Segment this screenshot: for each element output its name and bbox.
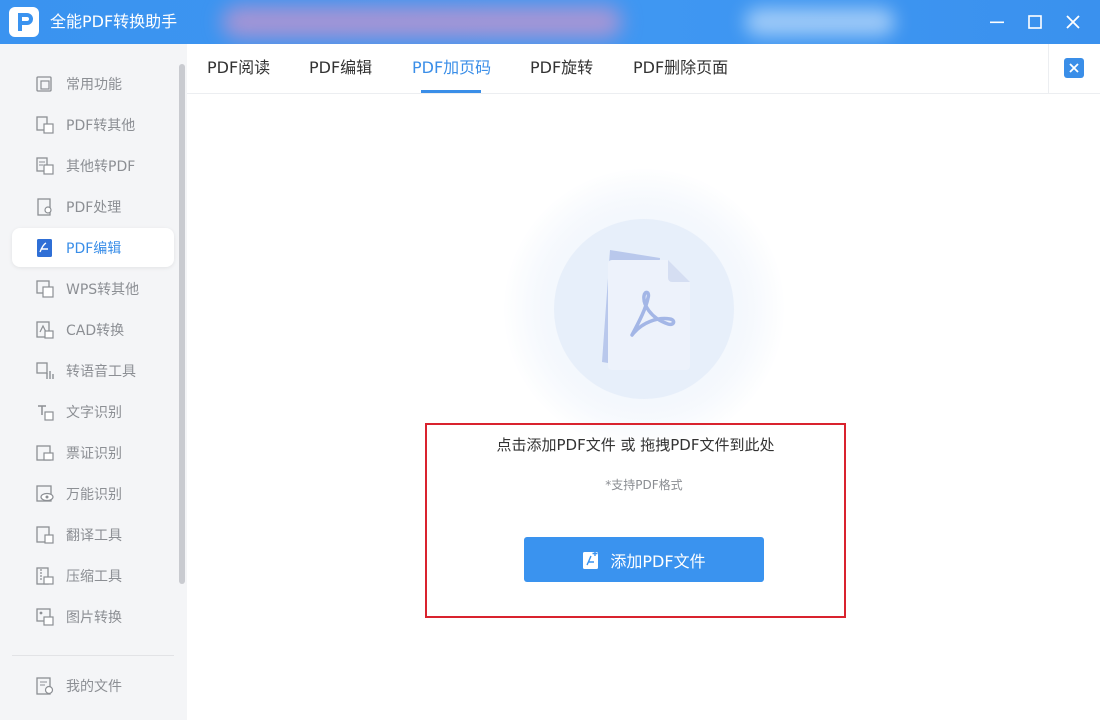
sidebar-scrollbar[interactable] <box>179 64 185 584</box>
sidebar-item-label: PDF转其他 <box>66 117 136 134</box>
sidebar-item-translate[interactable]: 翻译工具 <box>12 515 174 554</box>
tab-pdf-read[interactable]: PDF阅读 <box>207 44 270 94</box>
active-tab-indicator <box>421 90 481 93</box>
close-icon <box>1069 63 1079 73</box>
add-file-icon <box>583 550 599 569</box>
sidebar-item-label: 票证识别 <box>66 445 122 462</box>
minimize-button[interactable] <box>981 6 1013 38</box>
sidebar-item-label: 转语音工具 <box>66 363 136 380</box>
tab-bar: PDF阅读 PDF编辑 PDF加页码 PDF旋转 PDF删除页面 <box>187 44 1100 94</box>
sidebar-item-label: 我的文件 <box>66 678 122 695</box>
pdf-logo-icon <box>9 7 39 37</box>
tab-pdf-rotate[interactable]: PDF旋转 <box>530 44 593 94</box>
sidebar-item-my-files[interactable]: 我的文件 <box>12 666 174 705</box>
my-files-icon <box>34 675 56 697</box>
tab-pdf-add-page-number[interactable]: PDF加页码 <box>412 44 491 94</box>
sidebar-item-other-to-pdf[interactable]: 其他转PDF <box>12 146 174 185</box>
eye-scan-icon <box>34 483 56 505</box>
sidebar-item-text-ocr[interactable]: 文字识别 <box>12 392 174 431</box>
toolbox-icon <box>34 73 56 95</box>
close-button[interactable] <box>1057 6 1089 38</box>
maximize-button[interactable] <box>1019 6 1051 38</box>
add-pdf-button-label: 添加PDF文件 <box>610 551 706 571</box>
sidebar-item-label: 压缩工具 <box>66 568 122 585</box>
sidebar-item-label: 万能识别 <box>66 486 122 503</box>
add-pdf-button[interactable]: 添加PDF文件 <box>524 537 764 582</box>
pdf-edit-icon <box>34 237 56 259</box>
sidebar-item-ticket[interactable]: 票证识别 <box>12 433 174 472</box>
sidebar-item-pdf-edit[interactable]: PDF编辑 <box>12 228 174 267</box>
wps-icon <box>34 278 56 300</box>
sidebar: 常用功能 PDF转其他 其他转PDF PDF处理 PDF编辑 WPS转其他 CA… <box>0 44 187 720</box>
sidebar-item-voice[interactable]: 转语音工具 <box>12 351 174 390</box>
sidebar-item-label: CAD转换 <box>66 322 125 339</box>
title-bar: 全能PDF转换助手 <box>0 0 1100 44</box>
sidebar-item-label: 图片转换 <box>66 609 122 626</box>
sidebar-item-label: WPS转其他 <box>66 281 140 298</box>
blurred-region <box>222 6 622 38</box>
image-icon <box>34 606 56 628</box>
sidebar-item-label: 翻译工具 <box>66 527 122 544</box>
sidebar-item-image[interactable]: 图片转换 <box>12 597 174 636</box>
translate-icon <box>34 524 56 546</box>
text-ocr-icon <box>34 401 56 423</box>
sidebar-item-wps[interactable]: WPS转其他 <box>12 269 174 308</box>
pdf-process-icon <box>34 196 56 218</box>
sidebar-item-universal-ocr[interactable]: 万能识别 <box>12 474 174 513</box>
ticket-icon <box>34 442 56 464</box>
sidebar-item-label: 文字识别 <box>66 404 122 421</box>
close-panel-button[interactable] <box>1064 58 1084 78</box>
sidebar-item-pdf-process[interactable]: PDF处理 <box>12 187 174 226</box>
sidebar-item-label: 其他转PDF <box>66 158 136 175</box>
maximize-icon <box>1028 15 1042 29</box>
tab-pdf-delete-pages[interactable]: PDF删除页面 <box>633 44 728 94</box>
minimize-icon <box>990 21 1004 24</box>
zip-icon <box>34 565 56 587</box>
pdf-convert-icon <box>34 114 56 136</box>
sidebar-item-zip[interactable]: 压缩工具 <box>12 556 174 595</box>
to-pdf-icon <box>34 155 56 177</box>
tab-divider <box>1048 44 1049 94</box>
blurred-region <box>745 8 895 36</box>
sidebar-item-label: PDF处理 <box>66 199 122 216</box>
sidebar-item-pdf-to-other[interactable]: PDF转其他 <box>12 105 174 144</box>
app-title: 全能PDF转换助手 <box>50 12 178 31</box>
sidebar-item-label: PDF编辑 <box>66 240 122 257</box>
tab-pdf-edit[interactable]: PDF编辑 <box>309 44 372 94</box>
drop-hint: 点击添加PDF文件 或 拖拽PDF文件到此处 <box>425 434 846 455</box>
sidebar-item-cad[interactable]: CAD转换 <box>12 310 174 349</box>
sidebar-item-common[interactable]: 常用功能 <box>12 64 174 103</box>
cad-icon <box>34 319 56 341</box>
sidebar-item-label: 常用功能 <box>66 76 122 93</box>
sidebar-divider <box>12 655 174 656</box>
format-hint: *支持PDF格式 <box>605 478 683 492</box>
close-icon <box>1066 15 1080 29</box>
drop-hint-text: 点击添加PDF文件 或 拖拽PDF文件到此处 <box>496 436 775 454</box>
pdf-file-illustration-icon <box>602 250 690 370</box>
voice-icon <box>34 360 56 382</box>
